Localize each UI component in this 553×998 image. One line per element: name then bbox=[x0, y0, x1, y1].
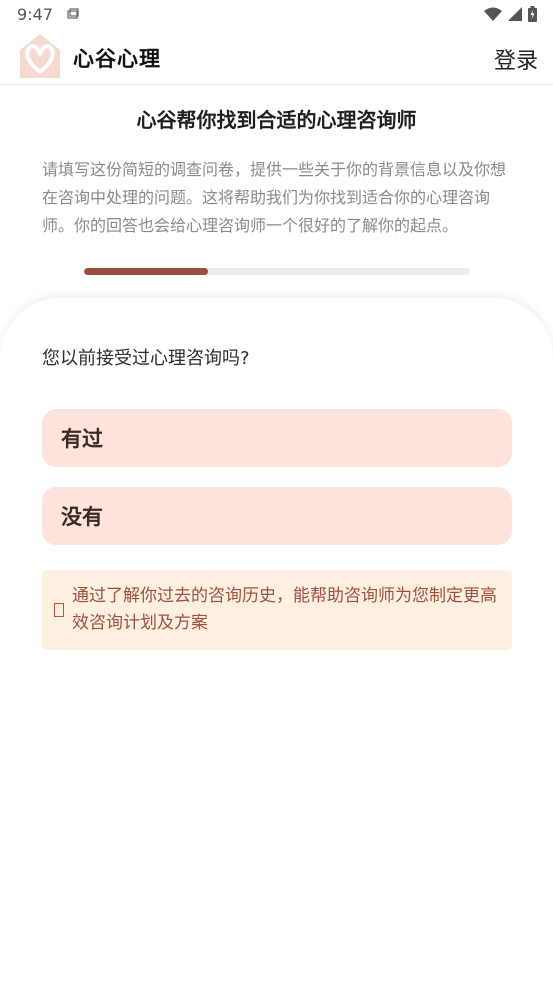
battery-icon bbox=[528, 6, 537, 22]
app-header: 心谷心理 登录 bbox=[0, 30, 553, 85]
login-button[interactable]: 登录 bbox=[494, 43, 538, 75]
info-icon bbox=[54, 603, 64, 617]
option-yes[interactable]: 有过 bbox=[42, 409, 512, 467]
tip-box: 通过了解你过去的咨询历史，能帮助咨询师为您制定更高效咨询计划及方案 bbox=[42, 570, 512, 650]
app-name: 心谷心理 bbox=[73, 47, 161, 71]
tip-text: 通过了解你过去的咨询历史，能帮助咨询师为您制定更高效咨询计划及方案 bbox=[72, 586, 497, 633]
signal-icon bbox=[508, 7, 522, 21]
question-text: 您以前接受过心理咨询吗? bbox=[42, 348, 250, 369]
status-icons bbox=[484, 6, 537, 22]
status-bar: 9:47 bbox=[0, 0, 553, 30]
status-time: 9:47 bbox=[17, 5, 53, 24]
progress-fill bbox=[84, 268, 208, 275]
notification-icon bbox=[67, 8, 79, 19]
option-no[interactable]: 没有 bbox=[42, 487, 512, 545]
page-title: 心谷帮你找到合适的心理咨询师 bbox=[136, 108, 417, 132]
heart-house-logo bbox=[20, 34, 60, 78]
progress-bar bbox=[84, 268, 470, 275]
intro-description: 请填写这份简短的调查问卷，提供一些关于你的背景信息以及你想在咨询中处理的问题。这… bbox=[42, 160, 507, 235]
wifi-icon bbox=[484, 7, 502, 21]
